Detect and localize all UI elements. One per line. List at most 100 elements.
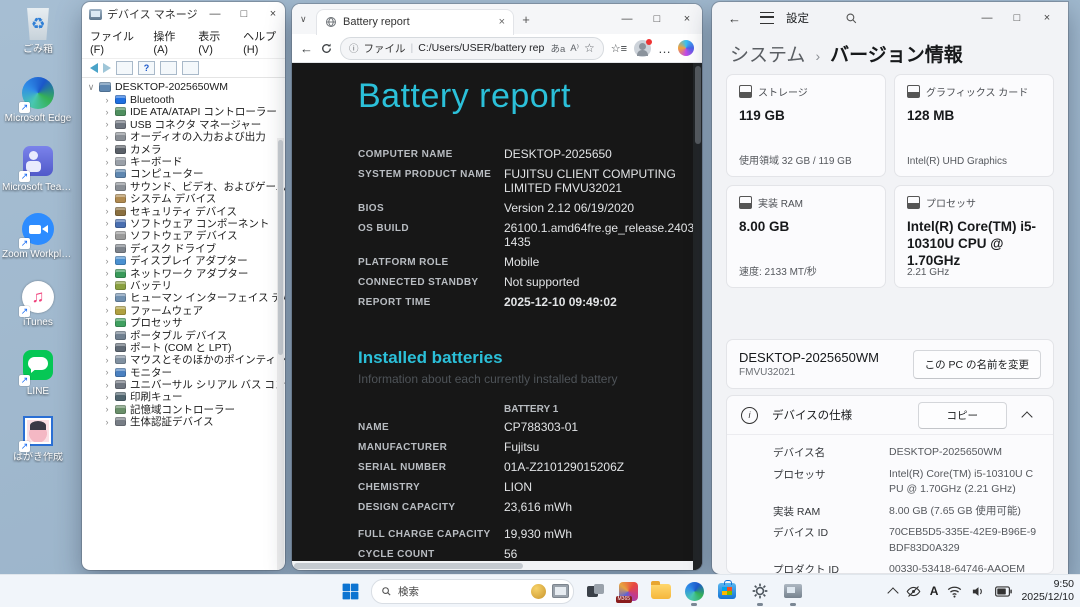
profile-avatar[interactable] xyxy=(634,38,652,57)
chevron-collapsed-icon[interactable]: › xyxy=(103,392,111,402)
horizontal-scrollbar[interactable] xyxy=(292,561,693,570)
help-icon[interactable]: ? xyxy=(138,61,155,75)
chevron-collapsed-icon[interactable]: › xyxy=(103,256,111,266)
page-info-icon[interactable]: ⓘ xyxy=(349,41,359,55)
chevron-up-icon[interactable] xyxy=(1021,410,1033,423)
chevron-collapsed-icon[interactable]: › xyxy=(103,243,111,253)
hidden-icons-chevron[interactable] xyxy=(887,586,899,599)
search-icon[interactable] xyxy=(845,12,858,25)
copilot-icon[interactable] xyxy=(678,40,694,56)
close-button[interactable]: × xyxy=(1032,2,1062,34)
update-driver-icon[interactable] xyxy=(182,61,199,75)
tree-item[interactable]: › オーディオの入力および出力 xyxy=(82,131,285,143)
chevron-collapsed-icon[interactable]: › xyxy=(103,380,111,390)
chevron-collapsed-icon[interactable]: › xyxy=(103,293,111,303)
battery-icon[interactable] xyxy=(995,585,1013,597)
chevron-collapsed-icon[interactable]: › xyxy=(103,417,111,427)
wifi-icon[interactable] xyxy=(947,585,962,598)
chevron-collapsed-icon[interactable]: › xyxy=(103,355,111,365)
tree-item[interactable]: › ファームウェア xyxy=(82,304,285,317)
taskbar-store-button[interactable] xyxy=(715,579,739,603)
desktop-icon-line[interactable]: ↗ LINE xyxy=(2,348,74,410)
desktop-icon-hagaki[interactable]: ↗ はがき作成 xyxy=(2,414,74,476)
translate-icon[interactable]: あa xyxy=(550,41,565,55)
desktop-icon-teams[interactable]: ↗ Microsoft Teams xyxy=(2,144,74,206)
desktop-icon-recycle-bin[interactable]: ♻ ごみ箱 xyxy=(2,8,74,70)
collections-icon[interactable]: ☆≡ xyxy=(611,42,627,55)
tree-item[interactable]: › ユニバーサル シリアル バス コントローラー xyxy=(82,378,286,391)
tree-item[interactable]: › カメラ xyxy=(82,143,285,156)
chevron-collapsed-icon[interactable]: › xyxy=(103,206,111,216)
back-icon[interactable] xyxy=(90,63,98,73)
chevron-collapsed-icon[interactable]: › xyxy=(103,132,111,142)
vertical-scrollbar[interactable] xyxy=(693,63,702,570)
scan-hardware-icon[interactable] xyxy=(160,61,177,75)
taskbar-edge-button[interactable] xyxy=(682,579,706,606)
desktop-icon-edge[interactable]: ↗ Microsoft Edge xyxy=(2,76,74,138)
new-tab-button[interactable]: + xyxy=(514,12,538,27)
chevron-collapsed-icon[interactable]: › xyxy=(103,169,111,179)
desktop-icon-itunes[interactable]: ♫ ↗ iTunes xyxy=(2,280,74,342)
taskbar-m365-button[interactable]: M365 xyxy=(615,579,640,603)
taskbar-device-manager-button[interactable] xyxy=(781,579,805,606)
chevron-collapsed-icon[interactable]: › xyxy=(103,194,111,204)
more-menu-icon[interactable]: … xyxy=(658,41,671,56)
chevron-collapsed-icon[interactable]: › xyxy=(103,119,111,129)
read-aloud-icon[interactable]: A⁾ xyxy=(570,43,579,54)
address-bar[interactable]: ⓘ ファイル | C:/Users/USER/battery rep... あa… xyxy=(340,36,604,60)
device-specs-header[interactable]: i デバイスの仕様 コピー xyxy=(727,396,1053,435)
device-tree-scrollbar[interactable] xyxy=(277,138,284,570)
chevron-collapsed-icon[interactable]: › xyxy=(103,342,111,352)
rename-pc-button[interactable]: この PC の名前を変更 xyxy=(912,349,1041,379)
refresh-icon[interactable] xyxy=(320,42,333,55)
tab-battery-report[interactable]: Battery report × xyxy=(316,8,514,35)
chevron-collapsed-icon[interactable]: › xyxy=(103,218,111,228)
taskbar-clock[interactable]: 9:50 2025/12/10 xyxy=(1021,578,1074,604)
hamburger-menu-icon[interactable] xyxy=(760,12,774,24)
chevron-collapsed-icon[interactable]: › xyxy=(103,404,111,414)
close-button[interactable]: × xyxy=(672,4,702,34)
tree-item[interactable]: › 生体認証デバイス xyxy=(82,416,285,428)
chevron-collapsed-icon[interactable]: › xyxy=(103,231,111,241)
back-icon[interactable]: ← xyxy=(300,41,313,56)
chevron-collapsed-icon[interactable]: › xyxy=(103,157,111,167)
maximize-button[interactable]: □ xyxy=(642,4,672,34)
back-icon[interactable]: ← xyxy=(728,11,752,26)
desktop-icon-zoom[interactable]: ↗ Zoom Workplace xyxy=(2,212,74,274)
chevron-collapsed-icon[interactable]: › xyxy=(103,305,111,315)
start-button[interactable] xyxy=(338,579,362,603)
tree-item[interactable]: › ネットワーク アダプター xyxy=(82,267,285,280)
favorite-star-icon[interactable]: ☆ xyxy=(584,41,595,55)
menu-item[interactable]: ファイル(F) xyxy=(90,28,140,56)
maximize-button[interactable]: □ xyxy=(1002,2,1032,34)
chevron-collapsed-icon[interactable]: › xyxy=(103,95,111,105)
minimize-button[interactable]: — xyxy=(203,2,227,26)
tab-search-chevron-icon[interactable]: ∨ xyxy=(300,14,316,25)
tree-root-computer[interactable]: ∨ DESKTOP-2025650WM xyxy=(82,81,285,93)
copy-button[interactable]: コピー xyxy=(917,401,1007,429)
chevron-collapsed-icon[interactable]: › xyxy=(103,268,111,278)
breadcrumb-parent[interactable]: システム xyxy=(730,40,805,67)
properties-icon[interactable] xyxy=(116,61,133,75)
tab-close-icon[interactable]: × xyxy=(499,16,505,28)
chevron-collapsed-icon[interactable]: › xyxy=(103,330,111,340)
chevron-expanded-icon[interactable]: ∨ xyxy=(87,82,95,93)
chevron-collapsed-icon[interactable]: › xyxy=(103,280,111,290)
chevron-collapsed-icon[interactable]: › xyxy=(103,144,111,154)
taskbar-settings-button[interactable] xyxy=(748,579,772,606)
chevron-collapsed-icon[interactable]: › xyxy=(103,107,111,117)
menu-item[interactable]: ヘルプ(H) xyxy=(243,28,285,56)
tree-item[interactable]: › マウスとそのほかのポインティング デバイス xyxy=(82,354,286,366)
menu-item[interactable]: 表示(V) xyxy=(198,28,230,56)
task-view-button[interactable] xyxy=(583,579,607,603)
speaker-icon[interactable] xyxy=(971,585,986,598)
ime-indicator[interactable]: A xyxy=(930,584,939,598)
taskbar-search[interactable]: 検索 xyxy=(371,578,574,604)
chevron-collapsed-icon[interactable]: › xyxy=(103,318,111,328)
minimize-button[interactable]: — xyxy=(972,2,1002,34)
forward-icon[interactable] xyxy=(103,63,111,73)
menu-item[interactable]: 操作(A) xyxy=(153,28,185,56)
maximize-button[interactable]: □ xyxy=(232,2,256,26)
minimize-button[interactable]: — xyxy=(612,4,642,34)
privacy-eye-icon[interactable] xyxy=(906,584,921,599)
